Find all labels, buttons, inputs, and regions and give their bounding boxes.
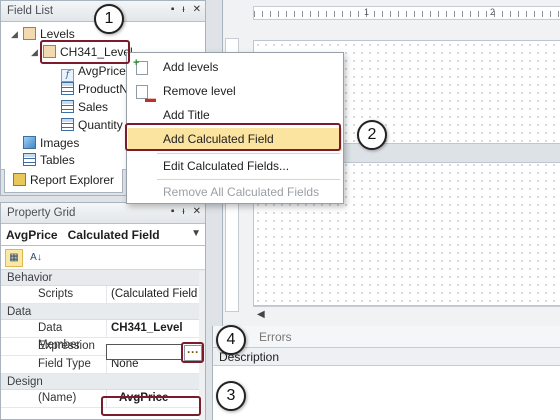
pin-icon[interactable]: ᵼ — [182, 206, 184, 217]
highlight-name-value — [101, 396, 201, 416]
tab-report-explorer-label: Report Explorer — [30, 173, 115, 187]
property-grid-toolbar: ▦ A↓ — [1, 246, 205, 270]
callout-3: 3 — [216, 381, 246, 411]
property-grid-title: Property Grid — [7, 207, 76, 219]
horizontal-ruler: 1 2 — [253, 6, 560, 20]
panel-menu-icon[interactable]: ▪ — [171, 206, 175, 217]
ruler-label: 1 — [364, 7, 370, 17]
menu-item-label: Edit Calculated Fields... — [163, 159, 290, 173]
callout-2: 2 — [357, 120, 387, 150]
menu-separator — [157, 179, 340, 180]
tree-item-images[interactable]: Images — [23, 135, 79, 152]
object-selector[interactable]: AvgPrice Calculated Field ▼ — [1, 224, 205, 246]
chevron-down-icon[interactable]: ▼ — [191, 228, 201, 239]
panel-menu-icon[interactable]: ▪ — [171, 4, 175, 15]
tree-item-field[interactable]: Sales — [61, 99, 108, 116]
add-level-icon: + — [133, 58, 148, 75]
menu-item-label: Add Title — [163, 108, 210, 122]
tab-errors[interactable]: Errors — [213, 326, 560, 348]
property-name: (Name) — [38, 392, 77, 404]
highlight-add-calculated-field — [125, 123, 341, 151]
menu-item-edit-calculated-fields[interactable]: Edit Calculated Fields... — [128, 155, 342, 178]
tree-item-levels-label: Levels — [40, 27, 75, 41]
highlight-level-item — [40, 40, 130, 64]
menu-separator — [157, 153, 340, 154]
menu-item-label: Add levels — [163, 60, 219, 74]
property-row-data-member[interactable]: Data Member CH341_Level — [1, 320, 205, 351]
property-value[interactable]: CH341_Level — [106, 320, 205, 337]
menu-item-remove-level[interactable]: ▬ Remove level — [128, 80, 342, 105]
scroll-left-icon[interactable]: ◀ — [257, 309, 265, 320]
images-icon — [23, 136, 36, 149]
close-icon[interactable]: ✕ — [193, 4, 201, 15]
field-icon — [61, 100, 74, 113]
category-header[interactable]: Design — [1, 374, 205, 390]
collapse-arrow-icon[interactable]: ◢ — [11, 26, 18, 43]
expression-input[interactable] — [106, 344, 182, 360]
callout-1: 1 — [94, 4, 124, 34]
horizontal-scrollbar[interactable]: ◀ — [253, 306, 560, 322]
alphabetical-sort-icon[interactable]: A↓ — [27, 249, 45, 267]
levels-icon — [23, 27, 36, 40]
tree-item-field-label: Sales — [78, 100, 109, 114]
tree-item-field-label: Quantity — [78, 118, 123, 132]
property-value[interactable]: (Calculated Field ... — [106, 286, 205, 303]
property-grid-header: Property Grid ▪ ᵼ ✕ — [1, 203, 205, 224]
property-name: Field Type — [38, 358, 91, 370]
menu-item-label: Remove level — [163, 84, 236, 98]
tree-item-tables-label: Tables — [40, 153, 75, 167]
tree-item-field[interactable]: f AvgPrice — [61, 63, 126, 82]
property-name: Expression — [38, 340, 95, 352]
errors-panel: Errors Description — [212, 326, 560, 420]
callout-4: 4 — [216, 325, 246, 355]
menu-item-add-levels[interactable]: + Add levels — [128, 56, 342, 79]
tables-icon — [23, 153, 36, 166]
remove-level-icon: ▬ — [136, 85, 156, 105]
tree-item-images-label: Images — [40, 136, 80, 150]
object-name: AvgPrice — [6, 228, 58, 242]
tree-item-field[interactable]: ProductNa — [61, 81, 135, 98]
close-icon[interactable]: ✕ — [193, 206, 201, 217]
tree-item-field[interactable]: Quantity — [61, 117, 123, 134]
categorized-icon[interactable]: ▦ — [5, 249, 23, 267]
category-header[interactable]: Behavior — [1, 270, 205, 286]
column-header-description[interactable]: Description — [213, 348, 560, 366]
ruler-label: 2 — [490, 7, 496, 17]
highlight-ellipsis-button — [181, 342, 204, 363]
menu-item-remove-all-calculated-fields: Remove All Calculated Fields — [128, 181, 342, 204]
tab-report-explorer[interactable]: Report Explorer — [4, 169, 124, 193]
object-type: Calculated Field — [67, 228, 160, 242]
field-list-title: Field List — [7, 5, 54, 17]
menu-item-label: Remove All Calculated Fields — [163, 185, 320, 199]
field-icon — [61, 82, 74, 95]
tree-item-tables[interactable]: Tables — [23, 152, 75, 169]
property-grid-panel: Property Grid ▪ ᵼ ✕ AvgPrice Calculated … — [0, 202, 206, 420]
field-icon — [61, 118, 74, 131]
pin-icon[interactable]: ᵼ — [182, 4, 184, 15]
category-header[interactable]: Data — [1, 304, 205, 320]
collapse-arrow-icon[interactable]: ◢ — [31, 44, 38, 61]
property-name: Scripts — [38, 288, 74, 300]
tree-item-field-label: AvgPrice — [78, 64, 126, 78]
property-row-scripts[interactable]: Scripts (Calculated Field ... — [1, 286, 205, 304]
report-explorer-icon — [13, 173, 26, 186]
